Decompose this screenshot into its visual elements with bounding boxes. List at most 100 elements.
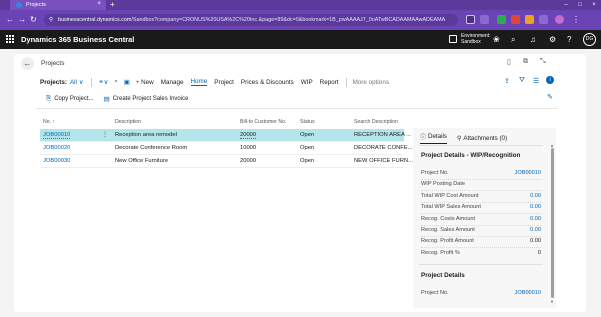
table-row[interactable]: JOB00030 New Office Furniture 20000 Open… xyxy=(40,155,413,167)
home-menu[interactable]: Home xyxy=(190,78,208,86)
bill-to-cell[interactable]: 10000 xyxy=(240,145,256,151)
search-description-cell: RECEPTION AREA ... xyxy=(354,132,412,138)
reload-button[interactable]: ↻ xyxy=(30,15,37,25)
back-arrow-button[interactable]: ← xyxy=(21,57,34,70)
page-caption: Projects xyxy=(41,60,65,67)
tab-attachments[interactable]: ⚲ Attachments (0) xyxy=(457,132,507,144)
row-divider xyxy=(421,213,541,214)
edit-list-icon[interactable]: ▣ xyxy=(124,79,130,86)
value-link[interactable]: 0.00 xyxy=(530,204,541,210)
browser-menu-icon[interactable]: ⋮ xyxy=(572,15,580,25)
more-options-button[interactable]: More options xyxy=(353,79,389,86)
project-no-cell[interactable]: JOB00030 xyxy=(43,158,70,164)
value-link[interactable]: 0.00 xyxy=(530,216,541,222)
app-header: Dynamics 365 Business Central Environmen… xyxy=(0,30,601,49)
new-button[interactable]: + New xyxy=(136,79,154,86)
column-header-search-description[interactable]: Search Description xyxy=(354,119,398,125)
report-menu[interactable]: Report xyxy=(320,79,339,86)
divider xyxy=(36,108,558,109)
status-cell: Open xyxy=(300,132,315,138)
site-info-icon[interactable]: ⚲ xyxy=(49,14,53,26)
project-no-link[interactable]: JOB00010 xyxy=(515,170,541,176)
close-window-icon[interactable]: × xyxy=(587,0,601,10)
value-link[interactable]: 0.00 xyxy=(530,193,541,199)
app-name: Dynamics 365 Business Central xyxy=(21,35,135,44)
column-header-status[interactable]: Status xyxy=(300,119,315,125)
divider xyxy=(91,77,93,87)
profile-icon[interactable] xyxy=(555,15,564,24)
bill-to-cell[interactable]: 20000 xyxy=(240,158,256,164)
bookmark-star-icon[interactable] xyxy=(480,15,489,24)
manage-menu[interactable]: Manage xyxy=(161,79,184,86)
row-actions-icon[interactable]: ⋮ xyxy=(102,131,108,138)
extension-orange-icon[interactable] xyxy=(525,15,534,24)
view-filter-dropdown[interactable]: All ∨ xyxy=(70,79,83,86)
close-tab-icon[interactable]: × xyxy=(97,1,101,7)
extension-red-icon[interactable] xyxy=(511,15,520,24)
copilot-icon[interactable]: ❀ xyxy=(493,35,500,44)
factbox-section-title[interactable]: Project Details xyxy=(421,272,465,279)
project-no-link[interactable]: JOB00010 xyxy=(515,290,541,296)
row-divider xyxy=(421,179,541,180)
scroll-down-arrow-icon[interactable]: ▼ xyxy=(550,299,554,304)
settings-gear-icon[interactable]: ⚙ xyxy=(549,35,556,44)
filter-icon[interactable]: ⛛ xyxy=(519,77,525,85)
help-icon[interactable]: ? xyxy=(567,35,571,44)
url-host: businesscentral.dynamics.com xyxy=(58,17,132,23)
copy-project-button[interactable]: Copy Project... xyxy=(54,96,93,102)
bill-to-cell[interactable]: 20000 xyxy=(240,132,257,139)
project-no-cell[interactable]: JOB00010 xyxy=(43,132,71,139)
factbox-row: Recog. Profit % 0 xyxy=(421,250,541,256)
open-new-window-icon[interactable]: ⧉ xyxy=(523,58,528,66)
notifications-bell-icon[interactable]: ♫ xyxy=(530,35,536,44)
paperclip-icon: ⚲ xyxy=(456,135,462,142)
maximize-icon[interactable]: □ xyxy=(573,0,587,10)
info-circle-icon: ⓘ xyxy=(420,135,427,141)
factbox-row: Recog. Profit Amount 0.00 xyxy=(421,238,541,244)
wip-menu[interactable]: WIP xyxy=(301,79,313,86)
project-no-cell[interactable]: JOB00020 xyxy=(43,145,70,151)
value-link[interactable]: 0.00 xyxy=(530,227,541,233)
table-row[interactable]: JOB00020 Decorate Conference Room 10000 … xyxy=(40,142,413,154)
install-app-icon[interactable] xyxy=(466,15,475,24)
search-description-cell: NEW OFFICE FURN... xyxy=(354,158,413,164)
browser-toolbar: ← → ↻ ⚲ businesscentral.dynamics.com/San… xyxy=(0,10,601,30)
forward-button[interactable]: → xyxy=(18,15,26,25)
table-row[interactable]: JOB00010 ⋮ Reception area remodel 20000 … xyxy=(40,129,411,141)
new-tab-button[interactable]: + xyxy=(110,0,115,10)
search-icon[interactable]: ⌕ xyxy=(511,35,515,44)
environment-value: Sandbox xyxy=(461,39,481,45)
create-sales-invoice-button[interactable]: Create Project Sales Invoice xyxy=(113,96,189,102)
action-bar: Projects: All ∨ ⚭∨ ⌕ ▣ + New Manage Home… xyxy=(40,77,396,87)
column-header-no[interactable]: No. ↑ xyxy=(43,119,55,125)
factbox-info-icon[interactable]: i xyxy=(546,76,554,84)
factbox-scrollbar[interactable] xyxy=(551,148,554,298)
list-view-icon[interactable]: ☰ xyxy=(533,77,539,85)
back-button[interactable]: ← xyxy=(6,15,14,25)
business-central-logo-icon xyxy=(16,2,22,8)
bookmark-icon[interactable]: ▯ xyxy=(507,58,511,66)
app-launcher-icon[interactable] xyxy=(6,35,15,44)
share-page-icon[interactable]: ⇪ xyxy=(504,77,510,85)
collapse-icon[interactable]: ⤡ xyxy=(540,58,546,66)
minimize-icon[interactable]: – xyxy=(559,0,573,10)
user-avatar[interactable]: DG xyxy=(583,33,596,46)
share-icon[interactable]: ⚭∨ xyxy=(98,79,108,86)
column-header-bill-to[interactable]: Bill-to Customer No. xyxy=(240,119,286,125)
prices-discounts-menu[interactable]: Prices & Discounts xyxy=(241,79,294,86)
row-divider xyxy=(421,247,541,248)
extensions-puzzle-icon[interactable] xyxy=(539,15,548,24)
window-controls: – □ × xyxy=(559,0,601,10)
list-title: Projects: xyxy=(40,78,67,86)
search-list-icon[interactable]: ⌕ xyxy=(114,78,118,86)
promoted-actions: ⎘ Copy Project... ▤ Create Project Sales… xyxy=(46,94,198,103)
project-menu[interactable]: Project xyxy=(214,79,234,86)
address-bar[interactable]: ⚲ businesscentral.dynamics.com/Sandbox?c… xyxy=(44,14,458,26)
pin-icon[interactable]: ✎ xyxy=(547,93,553,101)
tab-details[interactable]: ⓘ Details xyxy=(420,132,447,144)
browser-tab-projects[interactable]: Projects × xyxy=(10,0,106,10)
environment-indicator[interactable]: Environment: Sandbox xyxy=(449,33,490,45)
column-header-description[interactable]: Description xyxy=(115,119,141,125)
factbox-section-title[interactable]: Project Details - WIP/Recognition xyxy=(421,152,520,159)
extension-green-icon[interactable] xyxy=(497,15,506,24)
